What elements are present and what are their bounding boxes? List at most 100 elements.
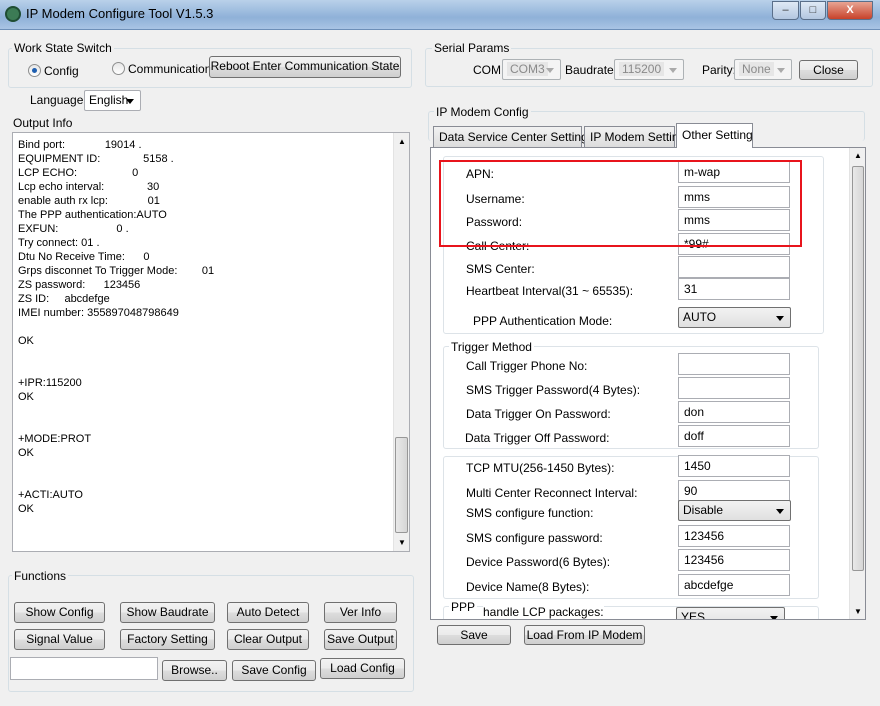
field-label: Data Trigger Off Password:	[465, 431, 610, 445]
parity-select[interactable]: None	[734, 59, 792, 80]
tab-other-setting[interactable]: Other Setting	[676, 123, 753, 148]
ppp-auth-label: PPP Authentication Mode:	[473, 314, 613, 328]
chevron-down-icon	[776, 316, 784, 321]
config-radio[interactable]	[28, 64, 41, 77]
ppp-auth-value: AUTO	[683, 310, 717, 324]
save-button[interactable]: Save	[437, 625, 511, 645]
field-label: SMS Center:	[466, 262, 535, 276]
output-line: Dtu No Receive Time: 0	[18, 251, 150, 263]
parity-value: None	[739, 62, 774, 76]
show-config-button[interactable]: Show Config	[14, 602, 105, 623]
ppp-label: PPP	[449, 600, 478, 614]
field-input[interactable]	[678, 377, 790, 399]
config-radio-label[interactable]: Config	[44, 64, 79, 78]
field-select[interactable]: Disable	[678, 500, 791, 521]
field-input[interactable]: 123456	[678, 549, 790, 571]
reboot-button[interactable]: Reboot Enter Communication State	[209, 56, 401, 78]
field-label: Device Password(6 Bytes):	[466, 555, 611, 569]
minimize-button[interactable]: –	[772, 1, 799, 20]
scroll-thumb[interactable]	[395, 437, 408, 533]
signal-value-button[interactable]: Signal Value	[14, 629, 105, 650]
output-line: +IPR:115200	[18, 377, 82, 389]
scroll-thumb[interactable]	[852, 166, 864, 571]
ppp-auth-select[interactable]: AUTO	[678, 307, 791, 328]
file-path-input[interactable]	[10, 657, 158, 680]
settings-scrollbar[interactable]: ▲ ▼	[849, 148, 865, 619]
language-select[interactable]: English	[84, 90, 141, 111]
field-input[interactable]: 31	[678, 278, 790, 300]
output-line: OK	[18, 391, 34, 403]
handle-lcp-select[interactable]: YES	[676, 607, 785, 619]
close-window-button[interactable]: X	[827, 1, 873, 20]
communication-radio[interactable]	[112, 62, 125, 75]
show-baudrate-button[interactable]: Show Baudrate	[120, 602, 215, 623]
load-from-modem-button[interactable]: Load From IP Modem	[524, 625, 645, 645]
field-label: SMS configure function:	[466, 506, 594, 520]
save-config-button[interactable]: Save Config	[232, 660, 316, 681]
field-label: SMS Trigger Password(4 Bytes):	[466, 383, 641, 397]
baudrate-label: Baudrate:	[565, 63, 618, 77]
field-input[interactable]	[678, 256, 790, 278]
factory-setting-button[interactable]: Factory Setting	[120, 629, 215, 650]
output-line: Try connect: 01 .	[18, 237, 100, 249]
title-bar: IP Modem Configure Tool V1.5.3 – □ X	[0, 0, 880, 30]
field-input[interactable]: don	[678, 401, 790, 423]
output-line: +MODE:PROT	[18, 433, 92, 445]
clear-output-button[interactable]: Clear Output	[227, 629, 309, 650]
field-input[interactable]: 90	[678, 480, 790, 502]
output-line: Grps disconnet To Trigger Mode: 01	[18, 265, 215, 277]
field-label: Data Trigger On Password:	[466, 407, 611, 421]
output-line: LCP ECHO: 0	[18, 167, 139, 179]
field-input[interactable]: 123456	[678, 525, 790, 547]
output-log[interactable]: Bind port: 19014 . EQUIPMENT ID: 5158 . LC…	[12, 132, 410, 552]
output-line: Bind port: 19014 .	[18, 139, 142, 151]
browse-button[interactable]: Browse..	[162, 660, 227, 681]
auto-detect-button[interactable]: Auto Detect	[227, 602, 309, 623]
output-line: IMEI number: 355897048798649	[18, 307, 179, 319]
scroll-down-icon[interactable]: ▼	[854, 607, 862, 616]
field-input[interactable]: doff	[678, 425, 790, 447]
language-value: English	[89, 93, 129, 107]
close-port-button[interactable]: Close	[799, 60, 858, 80]
baudrate-value: 115200	[619, 62, 665, 76]
app-icon	[5, 6, 21, 22]
field-input[interactable]: 1450	[678, 455, 790, 477]
chevron-down-icon	[126, 99, 134, 104]
output-info-label: Output Info	[11, 116, 75, 130]
field-label: Heartbeat Interval(31 ~ 65535):	[466, 284, 634, 298]
other-setting-panel: APN: m-wap Username: mms Password: mms Call Ce…	[430, 147, 866, 620]
load-config-button[interactable]: Load Config	[320, 658, 405, 679]
window-title: IP Modem Configure Tool V1.5.3	[26, 6, 214, 21]
maximize-button[interactable]: □	[800, 1, 826, 20]
parity-label: Parity:	[702, 63, 737, 77]
chevron-down-icon	[546, 68, 554, 73]
scroll-down-icon[interactable]: ▼	[398, 538, 406, 547]
field-value: Disable	[683, 503, 724, 517]
save-output-button[interactable]: Save Output	[324, 629, 397, 650]
chevron-down-icon	[669, 68, 677, 73]
output-line: Lcp echo interval: 30	[18, 181, 160, 193]
field-label: Call Trigger Phone No:	[466, 359, 588, 373]
language-label: Language	[30, 93, 84, 107]
com-value: COM3	[507, 62, 548, 76]
field-input[interactable]: abcdefge	[678, 574, 790, 596]
output-line: ZS password: 123456	[18, 279, 141, 291]
field-label: Device Name(8 Bytes):	[466, 580, 590, 594]
baudrate-select[interactable]: 115200	[614, 59, 684, 80]
scroll-up-icon[interactable]: ▲	[398, 137, 406, 146]
field-input[interactable]	[678, 353, 790, 375]
output-line: ZS ID: abcdefge	[18, 293, 110, 305]
communication-radio-label[interactable]: Communication	[128, 62, 211, 76]
output-line: OK	[18, 503, 34, 515]
com-select[interactable]: COM3	[502, 59, 561, 80]
output-scrollbar[interactable]: ▲ ▼	[393, 133, 409, 551]
field-label: TCP MTU(256-1450 Bytes):	[466, 461, 615, 475]
scroll-up-icon[interactable]: ▲	[854, 151, 862, 160]
output-line: EXFUN: 0 .	[18, 223, 129, 235]
trigger-method-label: Trigger Method	[449, 340, 534, 354]
ver-info-button[interactable]: Ver Info	[324, 602, 397, 623]
work-state-label: Work State Switch	[12, 41, 114, 55]
ip-modem-config-label: IP Modem Config	[434, 105, 531, 119]
tab-ip-modem-setting[interactable]: IP Modem Setting	[584, 126, 685, 147]
tab-data-service-center[interactable]: Data Service Center Settings	[433, 126, 594, 147]
